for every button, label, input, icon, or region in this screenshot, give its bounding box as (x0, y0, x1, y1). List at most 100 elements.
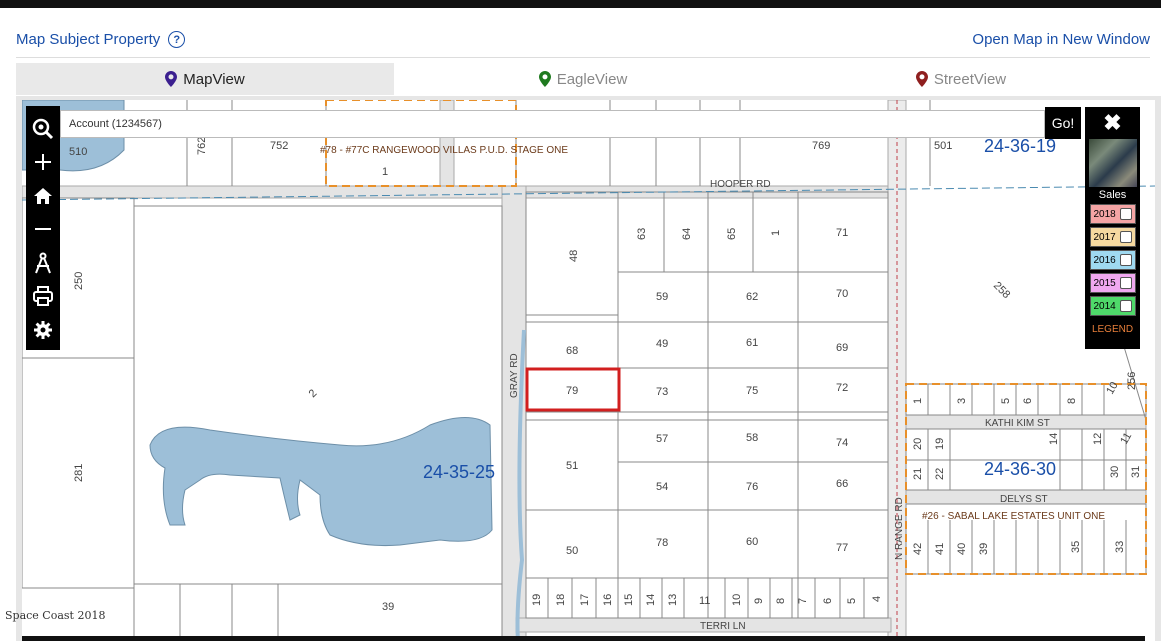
parcel-number: 62 (746, 291, 758, 303)
zoom-in-icon[interactable] (26, 146, 60, 180)
tab-label: MapView (183, 70, 245, 88)
divider (16, 57, 1150, 58)
parcel-number: 13 (667, 594, 679, 606)
parcel-number: 258 (991, 280, 1012, 301)
tab-streetview[interactable]: StreetView (772, 63, 1150, 95)
parcel-number: 72 (836, 382, 848, 394)
settings-icon[interactable] (26, 313, 60, 347)
checkbox[interactable] (1119, 300, 1132, 312)
checkbox[interactable] (1119, 254, 1132, 266)
parcel-number: 65 (726, 228, 738, 240)
year-label: 2016 (1093, 254, 1116, 266)
measure-icon[interactable] (26, 246, 60, 280)
parcel-number: 48 (568, 250, 580, 262)
aerial-thumbnail[interactable] (1088, 139, 1137, 187)
parcel-number: 64 (681, 228, 693, 240)
parcel-number: 31 (1130, 466, 1142, 478)
home-icon[interactable] (26, 179, 60, 213)
parcel-number: 35 (1070, 541, 1082, 553)
parcel-number: 1 (770, 230, 782, 236)
tab-eagleview[interactable]: EagleView (394, 63, 772, 95)
year-label: 2018 (1093, 208, 1116, 220)
map-pin-icon (915, 71, 928, 87)
parcel-number: 256 (1126, 372, 1138, 390)
parcel-number: 58 (746, 432, 758, 444)
search-input[interactable] (61, 111, 1041, 137)
parcel-number: 19 (934, 438, 946, 450)
parcel-number: 68 (566, 345, 578, 357)
page-title: Map Subject Property (16, 31, 161, 48)
sales-label: Sales (1098, 189, 1127, 201)
parcel-number: 5 (1000, 398, 1012, 404)
parcel-map[interactable]: 24-36-19 24-35-25 24-36-30 HOOPER RD GRA… (22, 100, 1155, 641)
parcel-number: 63 (636, 228, 648, 240)
parcel-number: 1 (382, 166, 388, 178)
map-container[interactable]: 24-36-19 24-35-25 24-36-30 HOOPER RD GRA… (16, 96, 1161, 641)
parcel-shape (133, 583, 503, 641)
parcel-number: 10 (731, 594, 743, 606)
parcel-map-canvas: 24-36-19 24-35-25 24-36-30 HOOPER RD GRA… (22, 100, 1155, 641)
account-search (60, 110, 1045, 138)
parcel-number: 510 (69, 146, 87, 158)
legend-button[interactable]: LEGEND (1092, 324, 1133, 335)
parcel-number: 17 (579, 594, 591, 606)
road-label: N RANGE RD (894, 497, 905, 560)
parcel-number: 8 (1066, 398, 1078, 404)
year-label: 2015 (1093, 277, 1116, 289)
sales-year-2017[interactable]: 2017 (1089, 227, 1136, 247)
sales-panel: ✖ Sales 2018 2017 2016 2015 2014 LEGEND (1085, 107, 1140, 349)
parcel-number: 41 (934, 543, 946, 555)
parcel-number: 40 (956, 543, 968, 555)
bottom-bar (22, 636, 1145, 641)
parcel-number: 1 (912, 398, 924, 404)
sales-year-2018[interactable]: 2018 (1089, 204, 1136, 224)
parcel-number: 50 (566, 545, 578, 557)
parcel-number: 501 (934, 140, 952, 152)
parcel-number: 18 (555, 594, 567, 606)
parcel-number: 57 (656, 433, 668, 445)
sales-year-2016[interactable]: 2016 (1089, 250, 1136, 270)
year-label: 2014 (1093, 300, 1116, 312)
go-button[interactable]: Go! (1045, 107, 1081, 139)
section-label: 24-35-25 (423, 462, 495, 482)
open-map-new-window-link[interactable]: Open Map in New Window (972, 31, 1150, 48)
year-label: 2017 (1093, 231, 1116, 243)
parcel-number: 59 (656, 291, 668, 303)
parcel-number: 21 (912, 468, 924, 480)
close-icon[interactable]: ✖ (1103, 107, 1121, 139)
parcel-number: 33 (1114, 541, 1126, 553)
parcel-number: 11 (699, 595, 710, 607)
parcel-number: 5 (846, 598, 858, 604)
parcel-number: 250 (73, 272, 85, 290)
view-tabs: MapView EagleView StreetView (16, 63, 1150, 95)
sales-year-2014[interactable]: 2014 (1089, 296, 1136, 316)
map-pin-icon (165, 71, 178, 87)
tab-mapview[interactable]: MapView (16, 63, 394, 95)
help-icon[interactable]: ? (168, 31, 186, 48)
parcel-number: 74 (836, 437, 848, 449)
road-label: DELYS ST (1000, 494, 1048, 505)
sales-year-2015[interactable]: 2015 (1089, 273, 1136, 293)
print-icon[interactable] (26, 280, 60, 314)
parcel-number: 7 (797, 598, 809, 604)
parcel-number: 75 (746, 385, 758, 397)
checkbox[interactable] (1119, 208, 1132, 220)
parcel-number: 39 (978, 543, 990, 555)
parcel-shape (525, 191, 889, 619)
parcel-number: 77 (836, 542, 848, 554)
parcel-number: 73 (656, 386, 668, 398)
zoom-out-icon[interactable] (26, 213, 60, 247)
parcel-number: 769 (812, 140, 830, 152)
checkbox[interactable] (1119, 231, 1132, 243)
parcel-number: 15 (623, 594, 635, 606)
map-subject-header: Map Subject Property ? (16, 31, 186, 48)
parcel-number: 6 (822, 598, 834, 604)
search-zoom-icon[interactable] (26, 112, 60, 146)
parcel-number: 39 (382, 601, 394, 613)
parcel-number: 20 (912, 438, 924, 450)
parcel-number: 66 (836, 478, 848, 490)
parcel-number: 8 (775, 598, 787, 604)
road-label: GRAY RD (509, 353, 520, 398)
parcel-number: 14 (1048, 433, 1060, 445)
checkbox[interactable] (1119, 277, 1132, 289)
